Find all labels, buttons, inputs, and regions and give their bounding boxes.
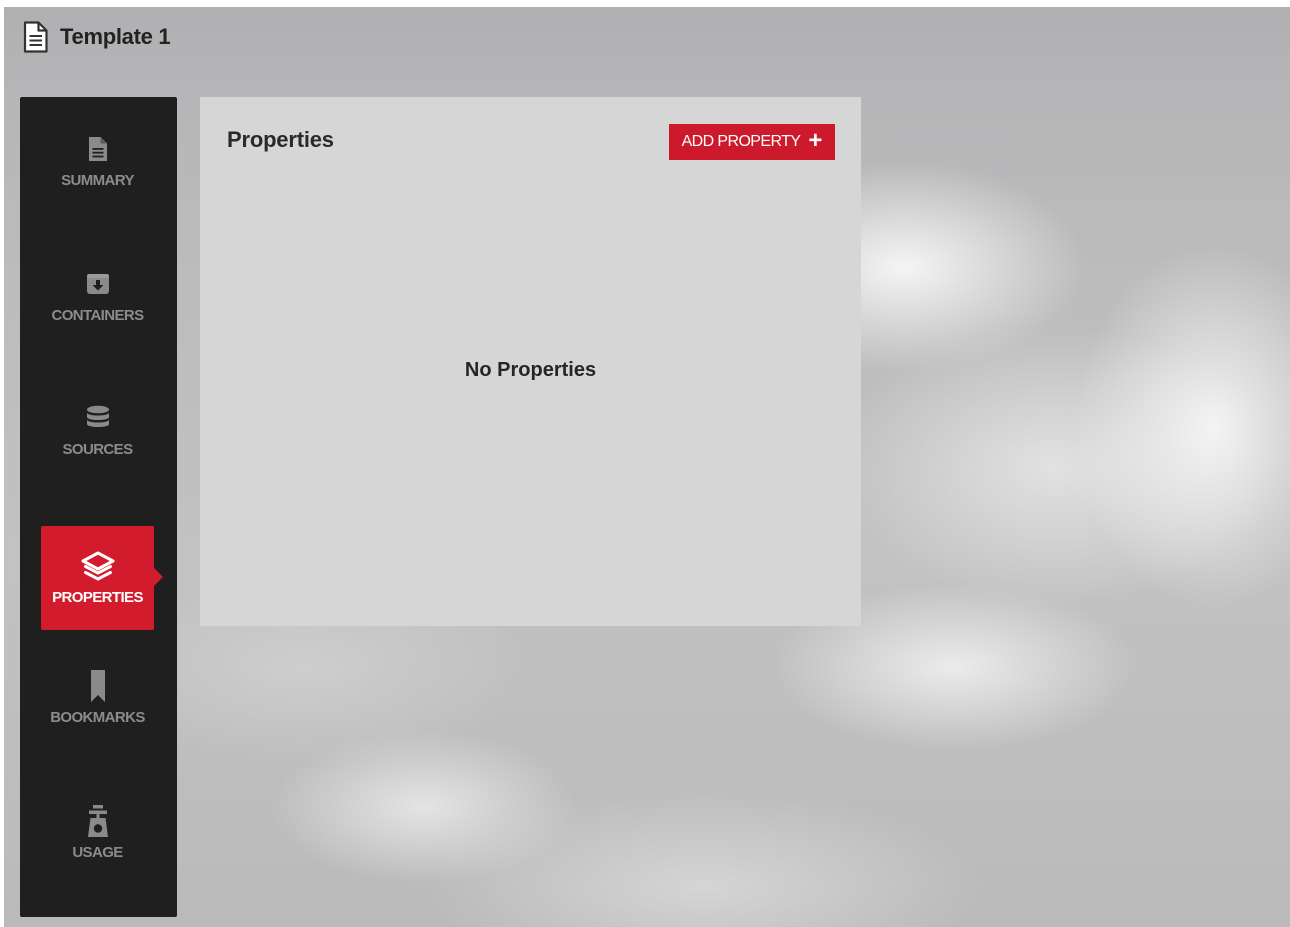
document-icon bbox=[88, 134, 108, 164]
sidebar-item-label: SUMMARY bbox=[61, 171, 134, 189]
window-title: Template 1 bbox=[60, 24, 171, 49]
sidebar-item-bookmarks[interactable]: BOOKMARKS bbox=[41, 646, 154, 750]
panel-title: Properties bbox=[227, 127, 334, 152]
sidebar-item-label: SOURCES bbox=[62, 440, 134, 458]
properties-panel: Properties ADD PROPERTY + No Properties bbox=[200, 97, 861, 626]
empty-state-message: No Properties bbox=[464, 359, 597, 381]
scale-icon bbox=[87, 804, 109, 837]
sidebar-item-containers[interactable]: CONTAINERS bbox=[41, 244, 154, 348]
sidebar-item-summary[interactable]: SUMMARY bbox=[41, 109, 154, 213]
sidebar-item-properties[interactable]: PROPERTIES bbox=[41, 526, 163, 630]
title-bar: Template 1 bbox=[22, 21, 171, 53]
layers-icon bbox=[81, 551, 115, 581]
document-icon bbox=[22, 21, 48, 53]
add-property-button[interactable]: ADD PROPERTY + bbox=[669, 124, 835, 160]
add-property-button-label: ADD PROPERTY bbox=[681, 133, 801, 150]
sidebar-item-label: PROPERTIES bbox=[52, 588, 143, 606]
sidebar-item-label: BOOKMARKS bbox=[50, 708, 145, 726]
sidebar-item-sources[interactable]: SOURCES bbox=[41, 378, 154, 482]
sidebar-item-label: CONTAINERS bbox=[51, 306, 144, 324]
inbox-download-icon bbox=[86, 269, 110, 299]
app-viewport: Template 1 SUMMARY CONTAINERS SOURCES PR… bbox=[4, 7, 1290, 927]
sidebar-item-label: USAGE bbox=[72, 843, 123, 861]
database-icon bbox=[86, 403, 110, 433]
bookmark-icon bbox=[90, 669, 106, 702]
sidebar-item-usage[interactable]: USAGE bbox=[41, 781, 154, 885]
sidebar: SUMMARY CONTAINERS SOURCES PROPERTIES BO… bbox=[20, 97, 177, 917]
plus-icon: + bbox=[808, 127, 823, 154]
